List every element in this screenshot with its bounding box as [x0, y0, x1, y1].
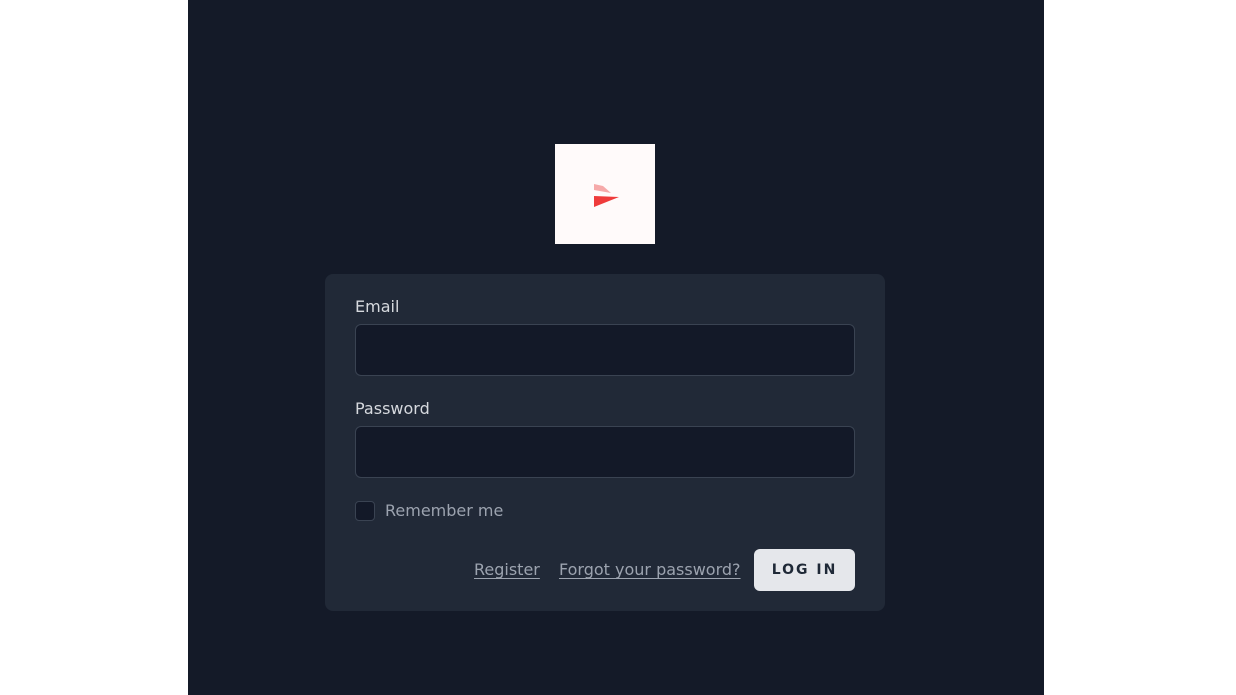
forgot-password-link[interactable]: Forgot your password?	[559, 559, 741, 581]
register-link[interactable]: Register	[474, 559, 540, 581]
remember-me-label[interactable]: Remember me	[385, 500, 503, 522]
password-field[interactable]	[355, 426, 855, 478]
brand-logo	[555, 144, 655, 244]
email-label: Email	[355, 297, 400, 316]
login-button[interactable]: Log in	[754, 549, 855, 591]
login-page: Email Password Remember me Register Forg…	[188, 0, 1044, 695]
login-form: Email Password Remember me Register Forg…	[325, 274, 885, 611]
remember-me-checkbox[interactable]	[355, 501, 375, 521]
password-label: Password	[355, 399, 430, 418]
brand-logo-icon	[594, 184, 619, 207]
email-field[interactable]	[355, 324, 855, 376]
